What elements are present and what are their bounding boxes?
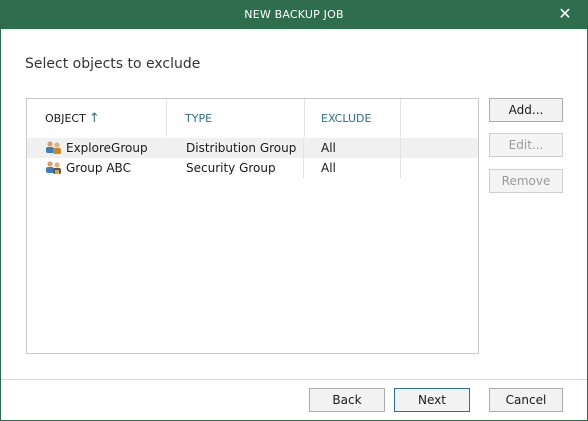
security-group-icon	[46, 161, 61, 174]
close-icon[interactable]: ✕	[556, 5, 574, 23]
column-separator	[400, 138, 401, 158]
cell-object: Group ABC	[66, 161, 131, 175]
column-label-object: OBJECT	[45, 112, 86, 125]
window-title: NEW BACKUP JOB	[244, 8, 344, 21]
add-button[interactable]: Add...	[489, 98, 563, 122]
next-button[interactable]: Next	[394, 388, 470, 412]
back-button[interactable]: Back	[309, 388, 385, 412]
dialog-window: NEW BACKUP JOB ✕ Select objects to exclu…	[0, 0, 588, 421]
group-icon	[46, 141, 61, 154]
page-heading: Select objects to exclude	[25, 56, 201, 72]
grid-header: OBJECT ↑ TYPE EXCLUDE	[27, 99, 478, 137]
cell-exclude: All	[321, 141, 336, 155]
column-separator	[400, 158, 401, 178]
edit-button[interactable]: Edit...	[489, 133, 563, 157]
cancel-button[interactable]: Cancel	[489, 388, 563, 412]
table-row[interactable]: Group ABC Security Group All	[27, 158, 478, 178]
cell-object: ExploreGroup	[66, 141, 148, 155]
cell-type: Distribution Group	[186, 141, 297, 155]
objects-grid: OBJECT ↑ TYPE EXCLUDE ExploreGroup Distri…	[26, 98, 479, 354]
sort-ascending-icon: ↑	[88, 111, 100, 126]
column-header-type[interactable]: TYPE	[167, 99, 305, 137]
remove-button[interactable]: Remove	[489, 169, 563, 193]
column-header-exclude[interactable]: EXCLUDE	[305, 99, 401, 137]
cell-type: Security Group	[186, 161, 276, 175]
title-bar: NEW BACKUP JOB ✕	[1, 1, 587, 29]
column-header-object[interactable]: OBJECT ↑	[27, 99, 167, 137]
table-row[interactable]: ExploreGroup Distribution Group All	[27, 138, 478, 158]
column-separator	[303, 138, 304, 158]
cell-exclude: All	[321, 161, 336, 175]
footer-divider	[1, 379, 587, 380]
column-separator	[303, 158, 304, 178]
